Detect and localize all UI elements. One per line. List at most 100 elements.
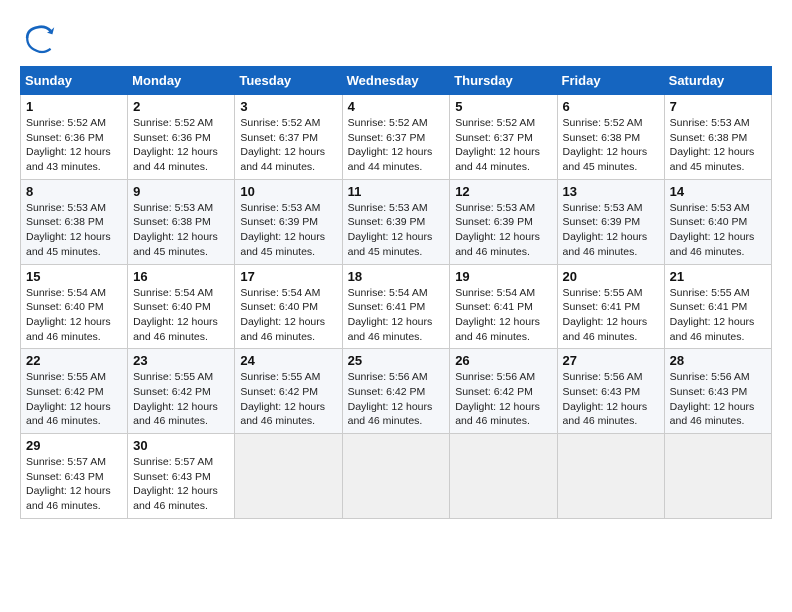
day-number: 16 bbox=[133, 269, 229, 284]
day-info: Sunrise: 5:53 AMSunset: 6:40 PMDaylight:… bbox=[670, 201, 766, 260]
day-number: 6 bbox=[563, 99, 659, 114]
day-info: Sunrise: 5:55 AMSunset: 6:42 PMDaylight:… bbox=[26, 370, 122, 429]
day-number: 8 bbox=[26, 184, 122, 199]
calendar-header-cell: Tuesday bbox=[235, 67, 342, 95]
calendar-cell: 2 Sunrise: 5:52 AMSunset: 6:36 PMDaylight… bbox=[128, 95, 235, 180]
calendar-cell: 23 Sunrise: 5:55 AMSunset: 6:42 PMDayligh… bbox=[128, 349, 235, 434]
day-number: 24 bbox=[240, 353, 336, 368]
day-number: 1 bbox=[26, 99, 122, 114]
calendar-week-row: 15 Sunrise: 5:54 AMSunset: 6:40 PMDayligh… bbox=[21, 264, 772, 349]
calendar-week-row: 1 Sunrise: 5:52 AMSunset: 6:36 PMDaylight… bbox=[21, 95, 772, 180]
calendar-cell: 21 Sunrise: 5:55 AMSunset: 6:41 PMDayligh… bbox=[664, 264, 771, 349]
calendar-cell: 8 Sunrise: 5:53 AMSunset: 6:38 PMDaylight… bbox=[21, 179, 128, 264]
calendar-cell: 6Sunrise: 5:52 AMSunset: 6:38 PMDaylight… bbox=[557, 95, 664, 180]
day-number: 15 bbox=[26, 269, 122, 284]
day-info: Sunrise: 5:55 AMSunset: 6:42 PMDaylight:… bbox=[133, 370, 229, 429]
day-number: 28 bbox=[670, 353, 766, 368]
day-number: 23 bbox=[133, 353, 229, 368]
calendar-cell: 11 Sunrise: 5:53 AMSunset: 6:39 PMDayligh… bbox=[342, 179, 450, 264]
calendar-header-cell: Saturday bbox=[664, 67, 771, 95]
calendar-cell: 29Sunrise: 5:57 AMSunset: 6:43 PMDayligh… bbox=[21, 434, 128, 519]
day-info: Sunrise: 5:57 AMSunset: 6:43 PMDaylight:… bbox=[26, 455, 122, 514]
calendar-cell: 9 Sunrise: 5:53 AMSunset: 6:38 PMDaylight… bbox=[128, 179, 235, 264]
calendar-cell: 26Sunrise: 5:56 AMSunset: 6:42 PMDayligh… bbox=[450, 349, 557, 434]
day-info: Sunrise: 5:55 AMSunset: 6:42 PMDaylight:… bbox=[240, 370, 336, 429]
day-info: Sunrise: 5:56 AMSunset: 6:42 PMDaylight:… bbox=[348, 370, 445, 429]
calendar-cell: 10Sunrise: 5:53 AMSunset: 6:39 PMDayligh… bbox=[235, 179, 342, 264]
calendar-cell: 25 Sunrise: 5:56 AMSunset: 6:42 PMDayligh… bbox=[342, 349, 450, 434]
day-info: Sunrise: 5:57 AMSunset: 6:43 PMDaylight:… bbox=[133, 455, 229, 514]
day-number: 30 bbox=[133, 438, 229, 453]
day-info: Sunrise: 5:52 AMSunset: 6:37 PMDaylight:… bbox=[348, 116, 445, 175]
day-info: Sunrise: 5:52 AMSunset: 6:37 PMDaylight:… bbox=[455, 116, 551, 175]
calendar-header-cell: Thursday bbox=[450, 67, 557, 95]
calendar-header-cell: Monday bbox=[128, 67, 235, 95]
day-number: 11 bbox=[348, 184, 445, 199]
day-number: 4 bbox=[348, 99, 445, 114]
day-number: 10 bbox=[240, 184, 336, 199]
calendar-header-cell: Sunday bbox=[21, 67, 128, 95]
day-number: 12 bbox=[455, 184, 551, 199]
calendar-header-cell: Wednesday bbox=[342, 67, 450, 95]
calendar-cell: 17 Sunrise: 5:54 AMSunset: 6:40 PMDayligh… bbox=[235, 264, 342, 349]
day-number: 14 bbox=[670, 184, 766, 199]
day-number: 18 bbox=[348, 269, 445, 284]
calendar-cell: 7 Sunrise: 5:53 AMSunset: 6:38 PMDaylight… bbox=[664, 95, 771, 180]
day-number: 21 bbox=[670, 269, 766, 284]
day-info: Sunrise: 5:56 AMSunset: 6:43 PMDaylight:… bbox=[670, 370, 766, 429]
day-info: Sunrise: 5:55 AMSunset: 6:41 PMDaylight:… bbox=[563, 286, 659, 345]
calendar-cell: 4 Sunrise: 5:52 AMSunset: 6:37 PMDaylight… bbox=[342, 95, 450, 180]
calendar-week-row: 22 Sunrise: 5:55 AMSunset: 6:42 PMDayligh… bbox=[21, 349, 772, 434]
day-number: 20 bbox=[563, 269, 659, 284]
day-number: 22 bbox=[26, 353, 122, 368]
day-info: Sunrise: 5:54 AMSunset: 6:41 PMDaylight:… bbox=[348, 286, 445, 345]
calendar-cell: 18 Sunrise: 5:54 AMSunset: 6:41 PMDayligh… bbox=[342, 264, 450, 349]
day-number: 17 bbox=[240, 269, 336, 284]
calendar-cell: 20 Sunrise: 5:55 AMSunset: 6:41 PMDayligh… bbox=[557, 264, 664, 349]
calendar-cell: 14 Sunrise: 5:53 AMSunset: 6:40 PMDayligh… bbox=[664, 179, 771, 264]
day-number: 5 bbox=[455, 99, 551, 114]
day-number: 3 bbox=[240, 99, 336, 114]
day-number: 25 bbox=[348, 353, 445, 368]
day-info: Sunrise: 5:52 AMSunset: 6:36 PMDaylight:… bbox=[133, 116, 229, 175]
calendar-body: 1 Sunrise: 5:52 AMSunset: 6:36 PMDaylight… bbox=[21, 95, 772, 519]
day-info: Sunrise: 5:54 AMSunset: 6:40 PMDaylight:… bbox=[240, 286, 336, 345]
calendar-cell: 16 Sunrise: 5:54 AMSunset: 6:40 PMDayligh… bbox=[128, 264, 235, 349]
calendar-header-cell: Friday bbox=[557, 67, 664, 95]
day-info: Sunrise: 5:53 AMSunset: 6:38 PMDaylight:… bbox=[670, 116, 766, 175]
day-info: Sunrise: 5:53 AMSunset: 6:38 PMDaylight:… bbox=[133, 201, 229, 260]
calendar-cell: 12Sunrise: 5:53 AMSunset: 6:39 PMDayligh… bbox=[450, 179, 557, 264]
day-info: Sunrise: 5:52 AMSunset: 6:37 PMDaylight:… bbox=[240, 116, 336, 175]
day-info: Sunrise: 5:56 AMSunset: 6:42 PMDaylight:… bbox=[455, 370, 551, 429]
calendar-cell: 15 Sunrise: 5:54 AMSunset: 6:40 PMDayligh… bbox=[21, 264, 128, 349]
day-number: 2 bbox=[133, 99, 229, 114]
calendar-cell: 30 Sunrise: 5:57 AMSunset: 6:43 PMDayligh… bbox=[128, 434, 235, 519]
logo bbox=[20, 20, 62, 56]
calendar-cell: 27 Sunrise: 5:56 AMSunset: 6:43 PMDayligh… bbox=[557, 349, 664, 434]
calendar-cell: 22 Sunrise: 5:55 AMSunset: 6:42 PMDayligh… bbox=[21, 349, 128, 434]
calendar-cell: 19 Sunrise: 5:54 AMSunset: 6:41 PMDayligh… bbox=[450, 264, 557, 349]
day-number: 19 bbox=[455, 269, 551, 284]
calendar-cell: 5 Sunrise: 5:52 AMSunset: 6:37 PMDaylight… bbox=[450, 95, 557, 180]
calendar-cell: 1Sunrise: 5:52 AMSunset: 6:36 PMDaylight… bbox=[21, 95, 128, 180]
calendar-cell: 28 Sunrise: 5:56 AMSunset: 6:43 PMDayligh… bbox=[664, 349, 771, 434]
day-info: Sunrise: 5:56 AMSunset: 6:43 PMDaylight:… bbox=[563, 370, 659, 429]
calendar-cell: 3 Sunrise: 5:52 AMSunset: 6:37 PMDaylight… bbox=[235, 95, 342, 180]
day-info: Sunrise: 5:54 AMSunset: 6:40 PMDaylight:… bbox=[26, 286, 122, 345]
day-number: 9 bbox=[133, 184, 229, 199]
day-info: Sunrise: 5:53 AMSunset: 6:38 PMDaylight:… bbox=[26, 201, 122, 260]
calendar-table: SundayMondayTuesdayWednesdayThursdayFrid… bbox=[20, 66, 772, 519]
calendar-cell bbox=[557, 434, 664, 519]
calendar-cell bbox=[342, 434, 450, 519]
day-info: Sunrise: 5:54 AMSunset: 6:40 PMDaylight:… bbox=[133, 286, 229, 345]
day-info: Sunrise: 5:55 AMSunset: 6:41 PMDaylight:… bbox=[670, 286, 766, 345]
calendar-header-row: SundayMondayTuesdayWednesdayThursdayFrid… bbox=[21, 67, 772, 95]
day-number: 27 bbox=[563, 353, 659, 368]
day-info: Sunrise: 5:53 AMSunset: 6:39 PMDaylight:… bbox=[348, 201, 445, 260]
calendar-cell: 13Sunrise: 5:53 AMSunset: 6:39 PMDayligh… bbox=[557, 179, 664, 264]
logo-icon bbox=[20, 20, 56, 56]
day-number: 13 bbox=[563, 184, 659, 199]
calendar-cell bbox=[235, 434, 342, 519]
day-number: 7 bbox=[670, 99, 766, 114]
day-info: Sunrise: 5:54 AMSunset: 6:41 PMDaylight:… bbox=[455, 286, 551, 345]
